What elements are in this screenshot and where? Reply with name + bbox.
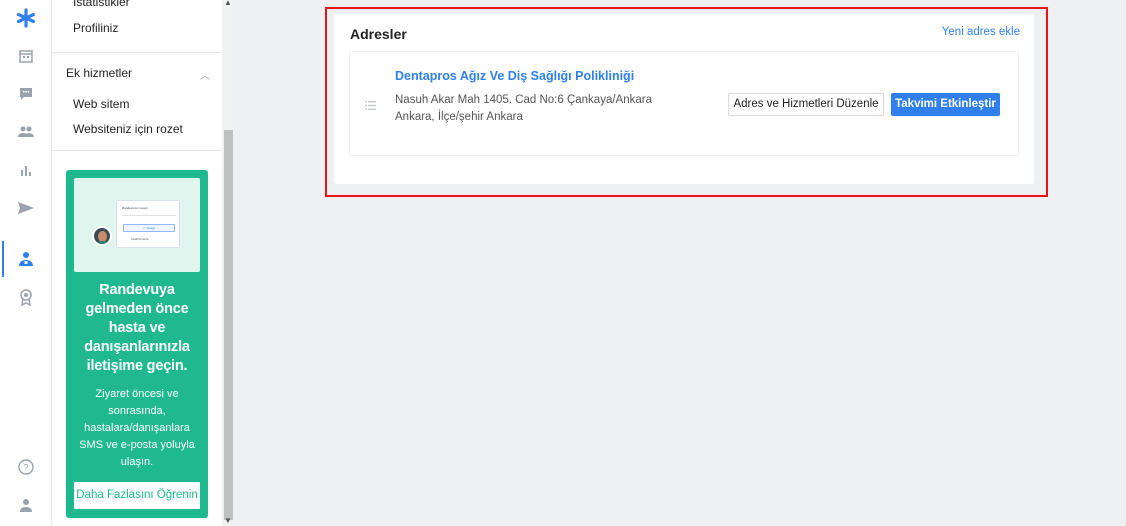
promo-title: Randevuya gelmeden önce hasta ve danışan…	[84, 282, 190, 374]
send-icon[interactable]	[14, 196, 38, 220]
clinic-name-link[interactable]: Dentapros Ağız Ve Diş Sağlığı Polikliniğ…	[395, 69, 634, 83]
edit-address-services-button[interactable]: Adres ve Hizmetleri Düzenle	[728, 93, 884, 116]
promo-illustration: Randevunuz onaylı ✓ Onaylı İptal/Düzenle	[74, 178, 200, 272]
sidebar-item-statistics[interactable]: İstatistikler	[73, 0, 130, 9]
sidebar-item-website[interactable]: Web sitem	[73, 97, 129, 111]
stats-icon[interactable]	[14, 158, 38, 182]
address-line-1: Nasuh Akar Mah 1405. Cad No:6 Çankaya/An…	[395, 94, 652, 106]
learn-more-button[interactable]: Daha Fazlasını Öğrenin	[74, 482, 200, 509]
sidebar-divider	[52, 150, 222, 151]
svg-text:?: ?	[23, 463, 28, 473]
active-indicator	[2, 241, 4, 277]
addresses-card: Adresler Yeni adres ekle Dentapros Ağız …	[334, 14, 1034, 184]
patients-icon[interactable]	[14, 120, 38, 144]
calendar-icon[interactable]	[14, 44, 38, 68]
sidebar-section-extra-services[interactable]: Ek hizmetler	[66, 66, 132, 80]
promo-illustration-card: Randevunuz onaylı ✓ Onaylı İptal/Düzenle	[116, 200, 180, 248]
promo-text: Ziyaret öncesi ve sonrasında, hastalara/…	[79, 388, 195, 468]
sidebar-divider	[52, 52, 222, 53]
sidebar-item-profile[interactable]: Profiliniz	[73, 21, 118, 35]
page-title: Adresler	[350, 26, 407, 42]
chat-icon[interactable]	[14, 82, 38, 106]
promo-card-edit: İptal/Düzenle	[131, 237, 149, 241]
avatar	[92, 226, 112, 246]
chevron-up-icon[interactable]: ︿	[200, 67, 210, 82]
badge-icon[interactable]	[14, 285, 38, 309]
scroll-down-arrow-icon[interactable]: ▼	[224, 516, 232, 525]
promo-card-title: Randevunuz onaylı	[122, 206, 148, 210]
address-item: Dentapros Ağız Ve Diş Sağlığı Polikliniğ…	[349, 51, 1019, 156]
icon-rail: ?	[0, 0, 52, 526]
help-icon[interactable]: ?	[14, 455, 38, 479]
sidebar-scrollbar-thumb[interactable]	[224, 130, 233, 520]
promo-panel: Randevunuz onaylı ✓ Onaylı İptal/Düzenle…	[66, 170, 208, 518]
address-line-2: Ankara, İlçe/şehir Ankara	[395, 111, 523, 123]
add-address-link[interactable]: Yeni adres ekle	[942, 26, 1020, 38]
user-icon[interactable]	[14, 493, 38, 517]
doctor-profile-icon[interactable]	[14, 247, 38, 271]
promo-card-confirm: ✓ Onaylı	[123, 224, 175, 232]
scroll-up-arrow-icon[interactable]: ▲	[224, 0, 232, 7]
list-icon	[365, 97, 376, 115]
logo-icon[interactable]	[14, 6, 38, 30]
sidebar-item-website-badge[interactable]: Websiteniz için rozet	[73, 122, 183, 136]
promo-card-divider	[122, 215, 176, 216]
activate-calendar-button[interactable]: Takvimi Etkinleştir	[891, 93, 1000, 116]
